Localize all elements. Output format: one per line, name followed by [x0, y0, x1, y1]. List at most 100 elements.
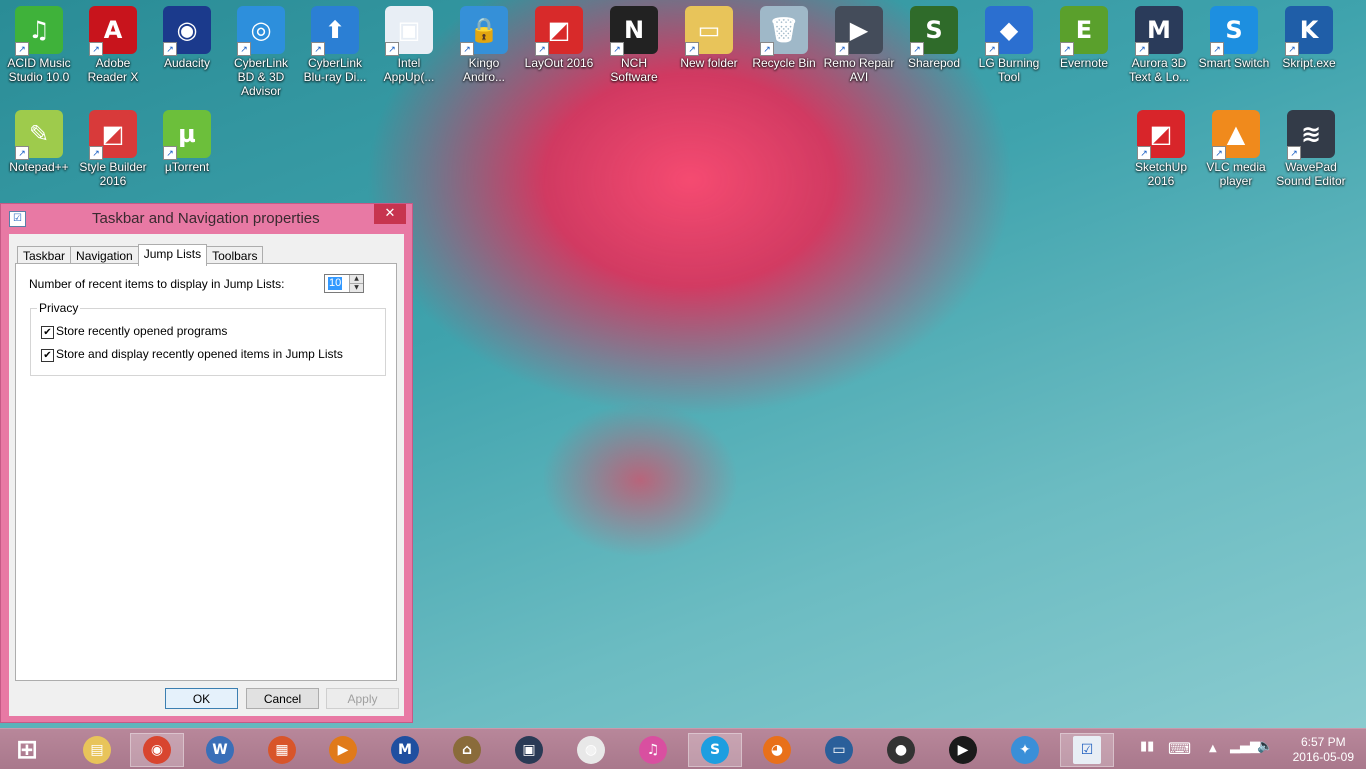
taskbar-button[interactable]: ⌂: [440, 733, 494, 767]
taskbar-button[interactable]: W: [193, 733, 247, 767]
desktop-icon[interactable]: 🗑 ↗ Recycle Bin: [747, 0, 821, 100]
shortcut-arrow-icon: ↗: [237, 42, 251, 56]
desktop-icon-label: LG Burning Tool: [978, 56, 1040, 84]
desktop-icon[interactable]: 🔒 ↗ Kingo Andro...: [447, 0, 521, 100]
desktop-icon[interactable]: K ↗ Skript.exe: [1272, 0, 1346, 100]
desktop-icon-label: LayOut 2016: [524, 56, 594, 70]
store-programs-checkbox[interactable]: ✔: [41, 326, 54, 339]
desktop-icon-label: WavePad Sound Editor: [1276, 160, 1346, 188]
stepper-down-icon[interactable]: ▼: [349, 284, 363, 292]
taskbar-button[interactable]: ◉: [130, 733, 184, 767]
dialog-titlebar[interactable]: ☑ Taskbar and Navigation properties ✕: [1, 204, 412, 234]
shortcut-arrow-icon: ↗: [89, 146, 103, 160]
file-explorer-icon: ▤: [83, 736, 111, 764]
desktop-icon[interactable]: ⬆ ↗ CyberLink Blu-ray Di...: [298, 0, 372, 100]
taskbar-button[interactable]: S: [688, 733, 742, 767]
desktop-icon-label: ACID Music Studio 10.0: [7, 56, 71, 84]
clock[interactable]: 6:57 PM 2016-05-09: [1293, 735, 1354, 765]
taskbar-properties-icon: ☑: [9, 211, 26, 227]
desktop-icon[interactable]: ◎ ↗ CyberLink BD & 3D Advisor: [224, 0, 298, 100]
shortcut-arrow-icon: ↗: [1137, 146, 1151, 160]
desktop-icon[interactable]: ♫ ↗ ACID Music Studio 10.0: [2, 0, 76, 100]
stepper-up-icon[interactable]: ▲: [349, 275, 363, 284]
taskbar-button[interactable]: ◍: [564, 733, 618, 767]
play-circle-icon: ▶: [949, 736, 977, 764]
desktop-icon-label: Remo Repair AVI: [823, 56, 895, 84]
desktop-icon[interactable]: M ↗ Aurora 3D Text & Lo...: [1122, 0, 1196, 100]
desktop-icon[interactable]: ▶ ↗ Remo Repair AVI: [822, 0, 896, 100]
desktop-icon-label: Skript.exe: [1282, 56, 1336, 70]
shortcut-arrow-icon: ↗: [610, 42, 624, 56]
desktop-icon[interactable]: µ ↗ µTorrent: [150, 104, 224, 204]
store-items-label[interactable]: Store and display recently opened items …: [56, 347, 343, 361]
taskbar-button[interactable]: ✦: [998, 733, 1052, 767]
taskbar-button[interactable]: ▶: [316, 733, 370, 767]
desktop-icon[interactable]: S ↗ Sharepod: [897, 0, 971, 100]
windows-start-icon: ⊞: [16, 735, 38, 765]
network-icon[interactable]: ▂▄▆: [1230, 739, 1260, 754]
desktop-icon-label: Recycle Bin: [752, 56, 816, 70]
taskbar-button[interactable]: ⊞: [0, 733, 54, 767]
volume-icon[interactable]: 🔈: [1257, 739, 1273, 754]
ok-button[interactable]: OK: [165, 688, 238, 709]
desktop-icon-label: Audacity: [163, 56, 211, 70]
cancel-button[interactable]: Cancel: [246, 688, 319, 709]
clock-time: 6:57 PM: [1300, 735, 1346, 749]
desktop-icon-label: Evernote: [1059, 56, 1109, 70]
close-button[interactable]: ✕: [374, 204, 406, 224]
desktop-icon[interactable]: S ↗ Smart Switch: [1197, 0, 1271, 100]
desktop-icon-label: New folder: [680, 56, 738, 70]
desktop-icon[interactable]: ◆ ↗ LG Burning Tool: [972, 0, 1046, 100]
shortcut-arrow-icon: ↗: [15, 42, 29, 56]
desktop-icon[interactable]: ◩ ↗ SketchUp 2016: [1124, 104, 1198, 204]
clock-date: 2016-05-09: [1292, 750, 1354, 764]
taskbar-button[interactable]: ▤: [70, 733, 124, 767]
shortcut-arrow-icon: ↗: [910, 42, 924, 56]
desktop-icon[interactable]: ▲ ↗ VLC media player: [1199, 104, 1273, 204]
desktop-icon[interactable]: ◉ ↗ Audacity: [150, 0, 224, 100]
desktop-icon[interactable]: ✎ ↗ Notepad++: [2, 104, 76, 204]
tray-overflow-icon[interactable]: ▮▮: [1140, 739, 1154, 754]
taskbar-button[interactable]: M: [378, 733, 432, 767]
desktop-icon-label: Notepad++: [9, 160, 69, 174]
shortcut-arrow-icon: ↗: [460, 42, 474, 56]
taskbar-button[interactable]: ●: [874, 733, 928, 767]
tab-strip: Taskbar Navigation Jump Lists Toolbars: [17, 244, 264, 266]
desktop-icon-label: CyberLink BD & 3D Advisor: [233, 56, 289, 98]
desktop-icon-label: Smart Switch: [1198, 56, 1270, 70]
desktop-icon[interactable]: ≋ ↗ WavePad Sound Editor: [1274, 104, 1348, 204]
taskbar-button[interactable]: ▣: [502, 733, 556, 767]
taskbar-button[interactable]: ♫: [626, 733, 680, 767]
recent-items-value[interactable]: 10: [328, 277, 343, 290]
winzip-icon: W: [206, 736, 234, 764]
remote-desktop-icon: ▭: [825, 736, 853, 764]
shortcut-arrow-icon: ↗: [1210, 42, 1224, 56]
taskbar-button[interactable]: ◕: [750, 733, 804, 767]
safari-icon: ✦: [1011, 736, 1039, 764]
keyboard-icon[interactable]: ⌨: [1168, 739, 1191, 758]
hypercam-icon: ●: [887, 736, 915, 764]
taskbar-properties-icon: ☑: [1073, 736, 1101, 764]
tab-jump-lists[interactable]: Jump Lists: [137, 244, 208, 266]
desktop-icon[interactable]: N ↗ NCH Software: [597, 0, 671, 100]
taskbar-button[interactable]: ▭: [812, 733, 866, 767]
taskbar-button[interactable]: ☑: [1060, 733, 1114, 767]
taskbar-button[interactable]: ▦: [255, 733, 309, 767]
store-items-checkbox[interactable]: ✔: [41, 349, 54, 362]
bank-icon: ⌂: [453, 736, 481, 764]
desktop-icon-label: Adobe Reader X: [87, 56, 139, 84]
taskbar-button[interactable]: ▶: [936, 733, 990, 767]
desktop-icon[interactable]: ▭ ↗ New folder: [672, 0, 746, 100]
malwarebytes-icon: M: [391, 736, 419, 764]
recent-items-stepper[interactable]: 10 ▲ ▼: [324, 274, 364, 293]
desktop-icon-label: Intel AppUp(...: [383, 56, 435, 84]
desktop-icon[interactable]: ▣ ↗ Intel AppUp(...: [372, 0, 446, 100]
desktop-icon[interactable]: A ↗ Adobe Reader X: [76, 0, 150, 100]
weibo-icon: ◍: [577, 736, 605, 764]
apply-button: Apply: [326, 688, 399, 709]
desktop-icon[interactable]: E ↗ Evernote: [1047, 0, 1121, 100]
desktop-icon[interactable]: ◩ ↗ Style Builder 2016: [76, 104, 150, 204]
store-programs-label[interactable]: Store recently opened programs: [56, 324, 227, 338]
chevron-up-icon[interactable]: ▲: [1209, 743, 1217, 754]
desktop-icon[interactable]: ◩ ↗ LayOut 2016: [522, 0, 596, 100]
